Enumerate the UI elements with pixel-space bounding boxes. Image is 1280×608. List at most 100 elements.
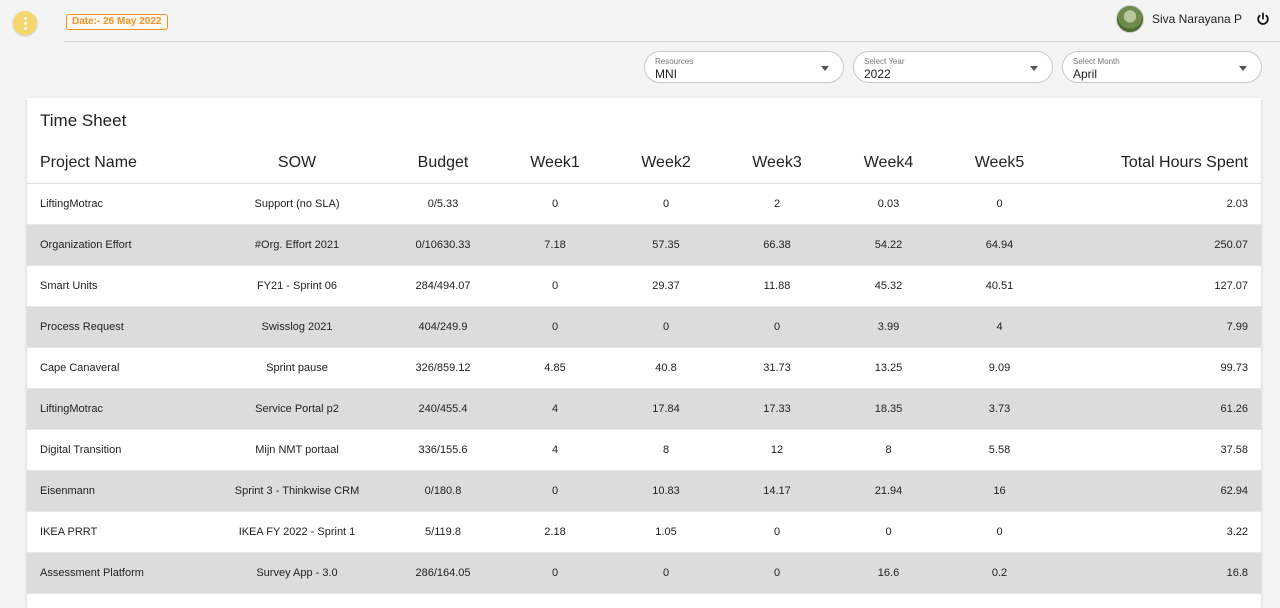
menu-button[interactable] bbox=[13, 11, 37, 35]
cell-sow: Service Portal p2 bbox=[207, 388, 387, 430]
col-header-total[interactable]: Total Hours Spent bbox=[1055, 143, 1261, 184]
table-row[interactable]: IKEA PRRT IKEA FY 2022 - Sprint 1 5/119.8 2… bbox=[27, 511, 1261, 553]
cell-project: Smart Units bbox=[27, 265, 207, 307]
cell-sow: Sprint pause bbox=[207, 347, 387, 389]
cell-budget: 284/494.07 bbox=[387, 265, 499, 307]
cell-budget: 0/5.33 bbox=[387, 183, 499, 225]
cell-total: 61.26 bbox=[1055, 388, 1261, 430]
cell-week3: 0 bbox=[721, 552, 833, 594]
cell-week3: 2 bbox=[721, 183, 833, 225]
resources-select[interactable]: Resources MNI bbox=[644, 51, 844, 83]
cell-week4: 45.32 bbox=[833, 265, 944, 307]
cell-week4: 21.94 bbox=[833, 470, 944, 512]
cell-week1: 4 bbox=[499, 388, 611, 430]
table-row[interactable]: Cape Canaveral Sprint pause 326/859.12 4.85… bbox=[27, 347, 1261, 389]
cell-sow: IKEA FY 2022 - Sprint 1 bbox=[207, 511, 387, 553]
cell-week4: 3.99 bbox=[833, 306, 944, 348]
col-header-week3[interactable]: Week3 bbox=[721, 143, 833, 184]
cell-week1: 7.18 bbox=[499, 224, 611, 266]
cell-week2: 29.37 bbox=[611, 265, 721, 307]
user-name: Siva Narayana P bbox=[1151, 12, 1242, 26]
cell-sow: #Org. Effort 2021 bbox=[207, 224, 387, 266]
col-header-sow[interactable]: SOW bbox=[207, 143, 387, 184]
col-header-week1[interactable]: Week1 bbox=[499, 143, 611, 184]
month-select[interactable]: Select Month April bbox=[1062, 51, 1262, 83]
cell-week5: 5.58 bbox=[944, 429, 1055, 471]
cell-week3: 12 bbox=[721, 429, 833, 471]
month-select-value: April bbox=[1073, 67, 1098, 81]
cell-week3: 66.38 bbox=[721, 224, 833, 266]
cell-week1: 0 bbox=[499, 470, 611, 512]
timesheet-title: Time Sheet bbox=[40, 111, 127, 130]
cell-week2: 17.84 bbox=[611, 388, 721, 430]
table-header-row: Project Name SOW Budget Week1 Week2 Week… bbox=[27, 143, 1261, 184]
cell-week1: 0 bbox=[499, 183, 611, 225]
cell-total: 250.07 bbox=[1055, 224, 1261, 266]
filter-bar: Resources MNI Select Year 2022 Select Mo… bbox=[644, 51, 1262, 83]
cell-week5: 9.09 bbox=[944, 347, 1055, 389]
cell-week1: 4.85 bbox=[499, 347, 611, 389]
cell-sow: Sprint 3 - Thinkwise CRM bbox=[207, 470, 387, 512]
cell-week4: 0.03 bbox=[833, 183, 944, 225]
table-row[interactable]: LiftingMotrac Service Portal p2 240/455.4 4… bbox=[27, 388, 1261, 430]
cell-total: 62.94 bbox=[1055, 470, 1261, 512]
table-row[interactable]: LiftingMotrac Support (no SLA) 0/5.33 0 0 2 0.… bbox=[27, 183, 1261, 225]
more-vert-icon bbox=[23, 16, 27, 30]
cell-week2: 40.8 bbox=[611, 347, 721, 389]
cell-budget: 336/155.6 bbox=[387, 429, 499, 471]
table-row[interactable]: Assessment Platform Survey App - 3.0 286/1… bbox=[27, 552, 1261, 594]
col-header-project[interactable]: Project Name bbox=[27, 143, 207, 184]
table-row[interactable]: Eisenmann Sprint 3 - Thinkwise CRM 0/180.8… bbox=[27, 470, 1261, 512]
cell-budget: 0/10630.33 bbox=[387, 224, 499, 266]
user-profile[interactable]: Siva Narayana P bbox=[1115, 5, 1242, 33]
cell-week5: 3.73 bbox=[944, 388, 1055, 430]
cell-week2: 57.35 bbox=[611, 224, 721, 266]
col-header-week2[interactable]: Week2 bbox=[611, 143, 721, 184]
cell-week3: 14.17 bbox=[721, 470, 833, 512]
table-row[interactable]: Digital Transition Mijn NMT portaal 336/15… bbox=[27, 429, 1261, 471]
cell-week5: 0.2 bbox=[944, 552, 1055, 594]
col-header-week5[interactable]: Week5 bbox=[944, 143, 1055, 184]
cell-sow: Survey App - 3.0 bbox=[207, 552, 387, 594]
cell-total: 37.58 bbox=[1055, 429, 1261, 471]
cell-week5: 16 bbox=[944, 470, 1055, 512]
cell-week5: 4 bbox=[944, 306, 1055, 348]
cell-week5: 40.51 bbox=[944, 265, 1055, 307]
cell-project: Digital Transition bbox=[27, 429, 207, 471]
top-bar: Date:- 26 May 2022 Siva Narayana P bbox=[0, 0, 1280, 48]
cell-week4: 8 bbox=[833, 429, 944, 471]
year-select-label: Select Year bbox=[864, 57, 905, 66]
cell-budget: 240/455.4 bbox=[387, 388, 499, 430]
header-divider bbox=[64, 41, 1280, 42]
cell-week5: 64.94 bbox=[944, 224, 1055, 266]
cell-project: Cape Canaveral bbox=[27, 347, 207, 389]
cell-sow: Swisslog 2021 bbox=[207, 306, 387, 348]
cell-week2: 0 bbox=[611, 552, 721, 594]
cell-week1: 0 bbox=[499, 306, 611, 348]
avatar[interactable] bbox=[1115, 5, 1144, 33]
table-row[interactable]: Organization Effort #Org. Effort 2021 0/10… bbox=[27, 224, 1261, 266]
cell-total: 99.73 bbox=[1055, 347, 1261, 389]
cell-week4: 16.6 bbox=[833, 552, 944, 594]
year-select[interactable]: Select Year 2022 bbox=[853, 51, 1053, 83]
cell-week3: 17.33 bbox=[721, 388, 833, 430]
cell-total: 127.07 bbox=[1055, 265, 1261, 307]
caret-down-icon bbox=[821, 66, 829, 71]
cell-week1: 0 bbox=[499, 265, 611, 307]
cell-budget: 5/119.8 bbox=[387, 511, 499, 553]
table-row[interactable]: Process Request Swisslog 2021 404/249.9 0 0 0… bbox=[27, 306, 1261, 348]
cell-total: 16.8 bbox=[1055, 552, 1261, 594]
power-icon[interactable] bbox=[1256, 12, 1270, 26]
timesheet-table: Project Name SOW Budget Week1 Week2 Week… bbox=[27, 143, 1261, 594]
cell-week5: 0 bbox=[944, 511, 1055, 553]
col-header-week4[interactable]: Week4 bbox=[833, 143, 944, 184]
col-header-budget[interactable]: Budget bbox=[387, 143, 499, 184]
cell-week4: 18.35 bbox=[833, 388, 944, 430]
cell-week3: 11.88 bbox=[721, 265, 833, 307]
table-row[interactable]: Smart Units FY21 - Sprint 06 284/494.07 0 29… bbox=[27, 265, 1261, 307]
cell-week1: 0 bbox=[499, 552, 611, 594]
cell-project: Eisenmann bbox=[27, 470, 207, 512]
caret-down-icon bbox=[1239, 66, 1247, 71]
timesheet-card: Time Sheet Project Name SOW Budget Week1… bbox=[27, 98, 1261, 608]
timesheet-body: LiftingMotrac Support (no SLA) 0/5.33 0 0 2 0.… bbox=[27, 183, 1261, 594]
